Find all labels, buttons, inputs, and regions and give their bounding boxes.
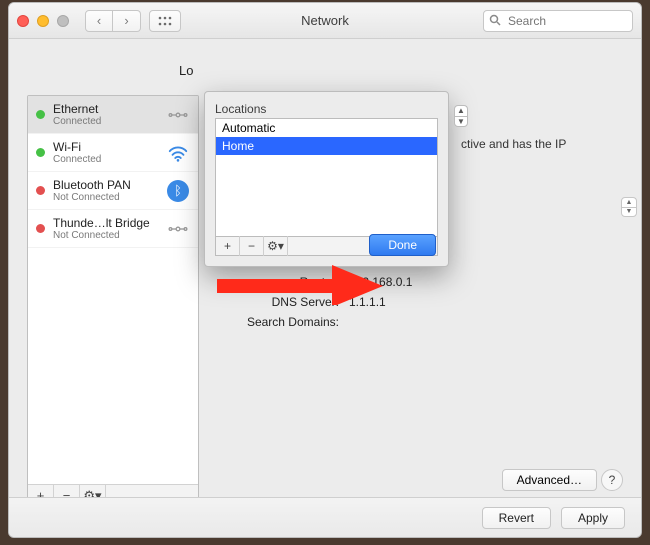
status-dot-icon xyxy=(36,186,45,195)
sidebar-item-text: Bluetooth PANNot Connected xyxy=(53,178,131,203)
location-item-home[interactable]: Home xyxy=(216,137,437,155)
sidebar-item-ethernet[interactable]: EthernetConnected xyxy=(28,96,198,134)
sidebar-item-name: Ethernet xyxy=(53,102,101,116)
sidebar-item-text: Thunde…lt BridgeNot Connected xyxy=(53,216,150,241)
location-stepper-up-icon[interactable]: ▲ xyxy=(454,105,468,116)
search-icon xyxy=(489,14,501,29)
show-all-button[interactable] xyxy=(149,10,181,32)
maximize-icon xyxy=(57,15,69,27)
stepper-down-icon[interactable]: ▼ xyxy=(621,207,637,218)
status-dot-icon xyxy=(36,148,45,157)
forward-button[interactable]: › xyxy=(113,10,141,32)
revert-button[interactable]: Revert xyxy=(482,507,551,529)
locations-label: Locations xyxy=(215,102,438,116)
router-value: 192.168.0.1 xyxy=(349,275,412,289)
sidebar-item-status: Connected xyxy=(53,116,101,127)
network-prefs-window: ‹ › Network Lo EthernetConnectedWi-FiCon… xyxy=(8,2,642,538)
sidebar-item-thunde-lt-bridge[interactable]: Thunde…lt BridgeNot Connected xyxy=(28,210,198,248)
sidebar-item-name: Wi-Fi xyxy=(53,140,101,154)
minimize-icon[interactable] xyxy=(37,15,49,27)
search-domains-label: Search Domains: xyxy=(219,315,339,329)
locations-popover: Locations Automatic Home + − ⚙︎▾ Done xyxy=(204,91,449,267)
sidebar-item-status: Not Connected xyxy=(53,230,150,241)
grid-icon xyxy=(158,16,172,26)
location-stepper: ▲ ▼ xyxy=(454,105,468,127)
sidebar-item-status: Not Connected xyxy=(53,192,131,203)
done-button[interactable]: Done xyxy=(369,234,436,256)
configure-ipv4-stepper: ▲ ▼ xyxy=(459,197,637,217)
interface-list: EthernetConnectedWi-FiConnectedBluetooth… xyxy=(27,95,199,507)
stepper-up-icon[interactable]: ▲ xyxy=(621,197,637,207)
titlebar: ‹ › Network xyxy=(9,3,641,39)
status-dot-icon xyxy=(36,110,45,119)
traffic-lights xyxy=(17,15,69,27)
search-input[interactable] xyxy=(483,10,633,32)
back-button[interactable]: ‹ xyxy=(85,10,113,32)
sidebar-item-status: Connected xyxy=(53,154,101,165)
network-info-grid: Router: 192.168.0.1 DNS Server: 1.1.1.1 Se… xyxy=(219,269,412,335)
ethernet-icon xyxy=(166,103,190,127)
search-field-wrap xyxy=(483,10,633,32)
location-stepper-down-icon[interactable]: ▼ xyxy=(454,116,468,128)
bottom-bar: Revert Apply xyxy=(9,497,641,537)
ethernet-icon xyxy=(166,217,190,241)
sidebar-item-bluetooth-pan[interactable]: Bluetooth PANNot Connected ᛒ xyxy=(28,172,198,210)
sidebar-item-wi-fi[interactable]: Wi-FiConnected xyxy=(28,134,198,172)
wifi-icon xyxy=(166,141,190,165)
add-location-button[interactable]: + xyxy=(216,236,240,256)
nav-segment: ‹ › xyxy=(85,10,141,32)
advanced-button[interactable]: Advanced… xyxy=(502,469,597,491)
apply-button[interactable]: Apply xyxy=(561,507,625,529)
sidebar-item-name: Thunde…lt Bridge xyxy=(53,216,150,230)
close-icon[interactable] xyxy=(17,15,29,27)
remove-location-button[interactable]: − xyxy=(240,236,264,256)
location-item-automatic[interactable]: Automatic xyxy=(216,119,437,137)
location-label: Lo xyxy=(179,63,193,78)
locations-list[interactable]: Automatic Home xyxy=(215,118,438,236)
status-dot-icon xyxy=(36,224,45,233)
locations-menu-button[interactable]: ⚙︎▾ xyxy=(264,236,288,256)
help-button[interactable]: ? xyxy=(601,469,623,491)
sidebar-item-text: EthernetConnected xyxy=(53,102,101,127)
dns-label: DNS Server: xyxy=(219,295,339,309)
content-area: Lo EthernetConnectedWi-FiConnectedBlueto… xyxy=(9,39,641,537)
sidebar-item-text: Wi-FiConnected xyxy=(53,140,101,165)
sidebar-item-name: Bluetooth PAN xyxy=(53,178,131,192)
router-label: Router: xyxy=(219,275,339,289)
status-text-fragment: ctive and has the IP xyxy=(461,137,566,151)
bluetooth-icon: ᛒ xyxy=(166,179,190,203)
dns-value: 1.1.1.1 xyxy=(349,295,386,309)
